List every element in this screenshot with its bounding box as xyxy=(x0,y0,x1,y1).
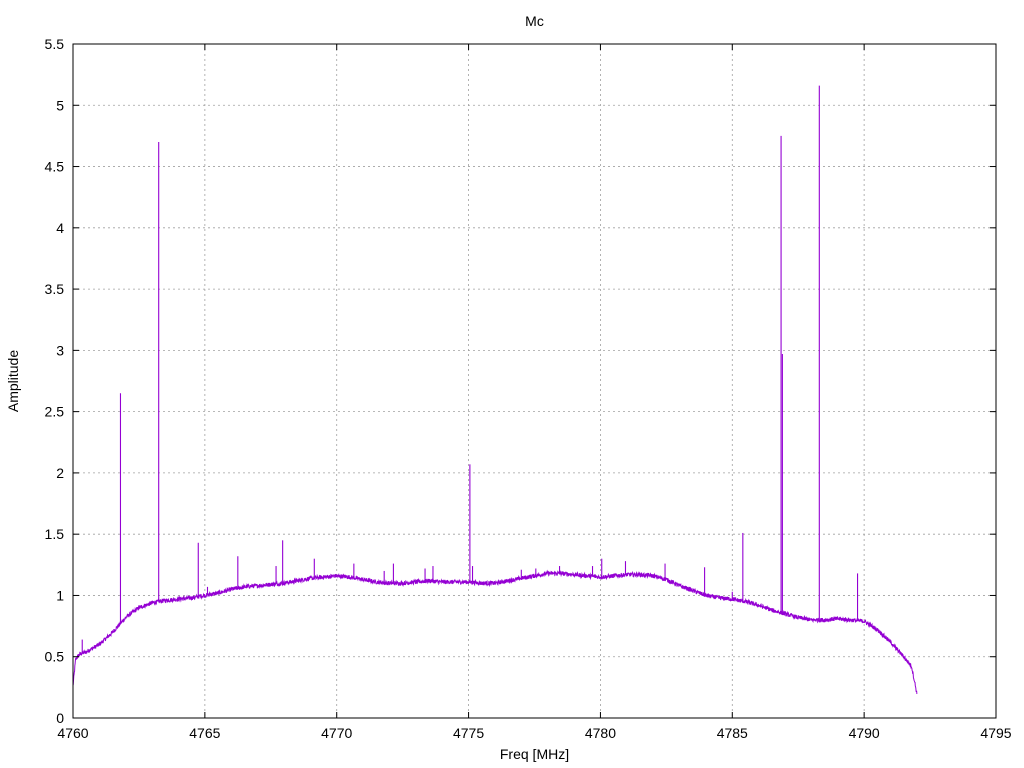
y-tick-label: 0.5 xyxy=(45,649,65,665)
y-tick-label: 2.5 xyxy=(45,404,65,420)
y-axis-label: Amplitude xyxy=(5,350,21,412)
x-tick-label: 4795 xyxy=(980,725,1011,741)
x-tick-label: 4770 xyxy=(321,725,352,741)
x-tick-label: 4760 xyxy=(57,725,88,741)
y-tick-label: 4.5 xyxy=(45,159,65,175)
y-tick-label: 1 xyxy=(56,587,64,603)
chart: 4760 4765 4770 4775 4780 4785 4790 4795 0 0.5 1 1.5… xyxy=(0,0,1024,768)
chart-title: Mc xyxy=(525,13,544,29)
y-tick-label: 0 xyxy=(56,710,64,726)
x-tick-label: 4775 xyxy=(453,725,484,741)
x-tick-label: 4790 xyxy=(849,725,880,741)
y-tick-label: 3 xyxy=(56,342,64,358)
y-tick-label: 1.5 xyxy=(45,526,65,542)
y-tick-label: 5.5 xyxy=(45,36,65,52)
y-tick-label: 4 xyxy=(56,220,64,236)
x-axis-label: Freq [MHz] xyxy=(500,746,569,762)
y-tick-label: 2 xyxy=(56,465,64,481)
x-tick-label: 4780 xyxy=(585,725,616,741)
x-tick-label: 4765 xyxy=(189,725,220,741)
chart-background xyxy=(0,0,1024,768)
y-tick-label: 5 xyxy=(56,97,64,113)
y-tick-label: 3.5 xyxy=(45,281,65,297)
x-tick-label: 4785 xyxy=(717,725,748,741)
